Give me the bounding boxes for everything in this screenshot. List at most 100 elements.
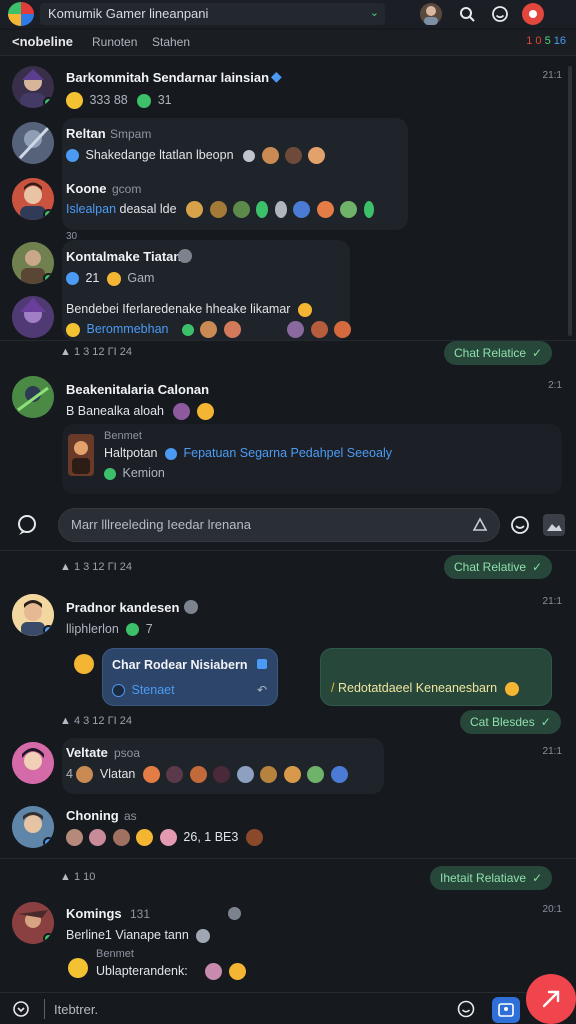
avatar[interactable] — [12, 66, 54, 108]
sender-name[interactable]: Veltate — [66, 745, 108, 760]
message-composer[interactable] — [58, 508, 500, 542]
avatar[interactable] — [12, 178, 54, 220]
count-d: 16 — [553, 35, 566, 47]
bottom-bar: Itebtrer. — [0, 992, 576, 1024]
sender-name[interactable]: Reltan — [66, 126, 106, 141]
window-title: Komumik Gamer lineanpani — [48, 6, 209, 21]
notification-icon[interactable] — [522, 3, 544, 25]
tab-stahen[interactable]: Stahen — [152, 35, 190, 49]
badge-icon — [178, 249, 192, 263]
sender-tag: as — [124, 809, 137, 823]
message-meta: lliphlerlon 7 — [66, 622, 153, 637]
reaction-row[interactable]: ▲ 1 3 12 ΓΙ 24 — [60, 346, 132, 358]
count-b: 0 — [535, 35, 542, 47]
quote-thumbnail — [68, 434, 94, 476]
tab-runoten[interactable]: Runoten — [92, 35, 137, 49]
message-text: B Banealka aloah — [66, 403, 217, 420]
status-pill[interactable]: Ihetait Relatiave ✓ — [430, 866, 553, 890]
card-sub: Stenaet — [112, 683, 175, 698]
smile-emoji-icon — [66, 92, 83, 109]
chat-icon[interactable] — [14, 512, 40, 538]
reply-text: / Redotatdaeel Keneanesbarn — [331, 681, 522, 696]
send-button[interactable] — [526, 974, 576, 1024]
quote-sub: Kemion — [104, 466, 165, 480]
smiley-icon[interactable] — [489, 3, 511, 25]
card-title: Char Rodear Nisiabern — [112, 658, 248, 672]
window-title-box[interactable]: Komumik Gamer lineanpani ⌄ — [40, 3, 385, 25]
image-icon[interactable] — [543, 514, 565, 536]
avatar[interactable] — [12, 122, 54, 164]
check-icon: ✓ — [532, 346, 543, 360]
image-icon[interactable] — [492, 997, 520, 1023]
avatar[interactable] — [12, 296, 54, 338]
sender-name[interactable]: Choning — [66, 808, 119, 823]
avatar[interactable] — [12, 902, 54, 944]
back-button[interactable]: <nobeline — [12, 34, 73, 49]
check-icon: ✓ — [532, 871, 543, 885]
sender-tag: 131 — [130, 907, 151, 921]
timestamp: 21:1 — [542, 70, 562, 81]
logo-icon — [8, 2, 34, 26]
send-icon — [542, 990, 560, 1008]
status-icon — [137, 93, 152, 108]
timestamp: 21:1 — [542, 746, 562, 757]
message-text: 26, 1 BE3 — [66, 829, 266, 846]
attach-icon[interactable] — [471, 516, 489, 537]
avatar[interactable] — [12, 806, 54, 848]
emoji-reaction-icon — [68, 958, 88, 978]
quote-text: Ublapterandenk: — [96, 963, 249, 980]
badge-icon — [228, 907, 241, 920]
chevron-down-icon[interactable]: ⌄ — [370, 6, 379, 19]
timestamp: 20:1 — [542, 904, 562, 915]
message-text: Shakedange ltatlan lbeopn — [66, 147, 328, 164]
avatar[interactable] — [12, 242, 54, 284]
sender-name[interactable]: Koone — [66, 181, 106, 196]
bottom-input-placeholder[interactable]: Itebtrer. — [54, 1002, 98, 1017]
sender-name[interactable]: Kontalmake Tiatan — [66, 249, 181, 264]
verified-icon: ◆ — [271, 68, 282, 84]
sender-tag: gcom — [112, 182, 142, 196]
reply-card[interactable]: / Redotatdaeel Keneanesbarn — [320, 648, 552, 706]
quote-title: Benmet — [104, 430, 142, 442]
message-input[interactable] — [71, 517, 461, 532]
message-meta: 21 Gam — [66, 271, 154, 286]
sender-name[interactable]: Komings — [66, 906, 122, 921]
reaction-row[interactable]: ▲ 4 3 12 ΓΙ 24 — [60, 715, 132, 727]
status-pill[interactable]: Chat Relatice ✓ — [444, 341, 553, 365]
sender-name[interactable]: Barkommitah Sendarnar lainsian — [66, 70, 269, 85]
user-avatar-icon[interactable] — [420, 3, 442, 25]
timestamp: 2:1 — [548, 380, 562, 391]
avatar[interactable] — [12, 742, 54, 784]
message-text: Berommebhan — [66, 321, 354, 338]
check-icon: ✓ — [540, 715, 551, 729]
sender-name[interactable]: Beakenitalaria Calonan — [66, 382, 209, 397]
avatar[interactable] — [12, 376, 54, 418]
badge-icon — [184, 600, 198, 614]
chat-tab-row: <nobeline Runoten Stahen 1 0 5 16 — [0, 30, 576, 56]
emoji-icon[interactable] — [509, 514, 531, 539]
avatar[interactable] — [12, 594, 54, 636]
message-text: Berline1 Vianape tann — [66, 928, 213, 943]
timestamp: 21:1 — [542, 596, 562, 607]
message-text: Islealpan deasal lde — [66, 201, 377, 218]
count-a: 1 — [526, 35, 533, 47]
message-text: Bendebei Iferlaredenake hheake likamar — [66, 302, 315, 317]
search-icon[interactable] — [456, 3, 478, 25]
diamond-icon — [66, 149, 79, 162]
message-meta: 333 88 31 — [66, 92, 172, 109]
reaction-row[interactable]: ▲ 1 10 — [60, 871, 95, 883]
emoji-icon[interactable] — [456, 999, 476, 1022]
reaction-row[interactable]: ▲ 1 3 12 ΓΙ 24 — [60, 561, 132, 573]
count-c: 5 — [544, 35, 551, 47]
status-pill[interactable]: Cat Blesdes ✓ — [460, 710, 561, 734]
sender-name[interactable]: Pradnor kandesen — [66, 600, 179, 615]
message-text: 4 Vlatan — [66, 766, 351, 783]
quote-text: Haltpotan Fepatuan Segarna Pedahpel Seeo… — [104, 446, 392, 460]
sender-tag: psoa — [114, 746, 141, 760]
scrollbar[interactable] — [568, 66, 572, 336]
status-pill[interactable]: Chat Relative ✓ — [444, 555, 553, 579]
check-icon: ✓ — [532, 560, 543, 574]
add-icon[interactable] — [12, 1000, 30, 1021]
quote-title: Benmet — [96, 948, 134, 960]
quote-card[interactable]: Char Rodear Nisiabern Stenaet ↶ — [102, 648, 278, 706]
